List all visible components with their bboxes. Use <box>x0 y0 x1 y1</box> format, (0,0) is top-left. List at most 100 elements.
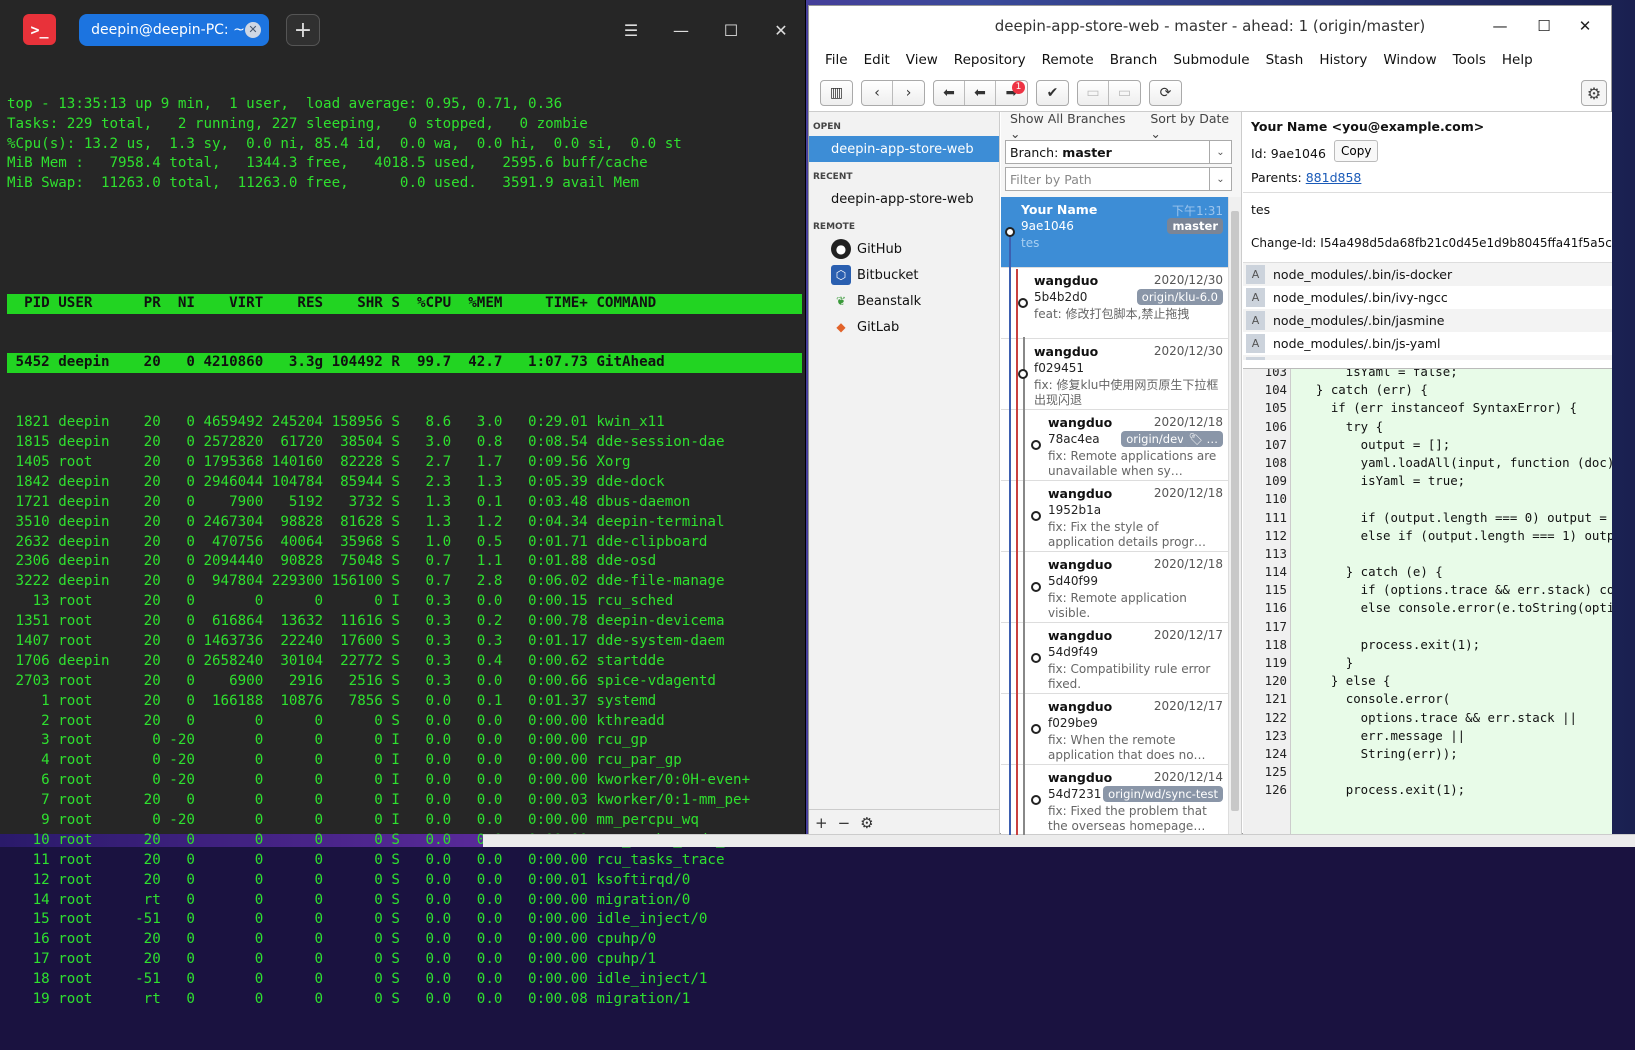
show-branches-dropdown[interactable]: Show All Branches ⌄ <box>1010 111 1136 141</box>
gitahead-window: deepin-app-store-web - master - ahead: 1… <box>808 5 1612 835</box>
terminal-output[interactable]: top - 13:35:13 up 9 min, 1 user, load av… <box>7 55 802 1050</box>
close-icon[interactable]: ✕ <box>245 22 261 38</box>
commit-date: 2020/12/18 <box>1153 415 1223 429</box>
commit-message: fix: Remote applications are unavailable… <box>1048 449 1217 478</box>
menu-item[interactable]: Tools <box>1445 52 1494 68</box>
close-icon[interactable]: ✕ <box>1575 16 1595 36</box>
close-icon[interactable]: ✕ <box>771 20 791 40</box>
menu-item[interactable]: Help <box>1494 52 1541 68</box>
pull-icon[interactable]: ⬅ <box>965 80 996 105</box>
line-number: 121 <box>1264 691 1287 707</box>
remove-icon[interactable]: − <box>838 814 851 832</box>
menu-item[interactable]: File <box>817 52 856 68</box>
gear-icon[interactable]: ⚙ <box>1581 80 1607 106</box>
menu-item[interactable]: Edit <box>856 52 898 68</box>
sidebar-item-beanstalk[interactable]: ❦ Beanstalk <box>809 288 999 314</box>
sidebar-item-open-repo[interactable]: deepin-app-store-web <box>809 136 999 162</box>
menu-item[interactable]: View <box>898 52 946 68</box>
bitbucket-icon: ⬡ <box>831 265 851 285</box>
branch-combo[interactable]: Branch: master ⌄ <box>1005 140 1232 164</box>
process-row-highlighted: 5452 deepin 20 0 4210860 3.3g 104492 R 9… <box>7 353 802 374</box>
line-text <box>1291 764 1301 782</box>
chevron-down-icon: ⌄ <box>1209 168 1231 190</box>
path-filter-input[interactable]: Filter by Path ⌄ <box>1005 167 1232 191</box>
menu-item[interactable]: Repository <box>946 52 1034 68</box>
file-row[interactable]: Anode_modules/.bin/js-yaml <box>1243 332 1612 355</box>
ref-badge[interactable]: origin/wd/sync-test <box>1103 786 1223 802</box>
line-text: err.message || <box>1301 727 1466 743</box>
menu-item[interactable]: History <box>1311 52 1375 68</box>
stash-icon[interactable]: ▭ <box>1078 80 1109 105</box>
commit-node <box>1031 795 1041 805</box>
maximize-icon[interactable]: ☐ <box>721 20 741 40</box>
commit-graph <box>1005 227 1041 835</box>
sidebar-item-github[interactable]: ● GitHub <box>809 236 999 262</box>
added-status-icon: A <box>1246 288 1265 307</box>
commit-date: 2020/12/30 <box>1153 273 1223 287</box>
refresh-icon[interactable]: ⟳ <box>1150 81 1181 105</box>
parent-link[interactable]: 881d858 <box>1306 170 1362 185</box>
forward-icon[interactable]: › <box>893 81 924 105</box>
ref-badge[interactable]: origin/dev <box>1121 431 1189 447</box>
commit-list-scrollbar[interactable] <box>1228 197 1241 835</box>
diff-view[interactable]: 103 isYaml = false; 104 } catch (err) { 10… <box>1243 368 1612 835</box>
toggle-sidebar-icon[interactable]: ▥ <box>821 81 852 105</box>
commit-author: wangduo <box>1048 628 1113 643</box>
minimize-icon[interactable]: — <box>1490 16 1510 36</box>
terminal-app-icon[interactable]: >_ <box>23 14 56 45</box>
commit-id: 54d9f49 <box>1048 645 1099 659</box>
line-number: 109 <box>1264 473 1287 489</box>
file-row[interactable]: Anode_modules/.bin/ivy-ngcc <box>1243 286 1612 309</box>
stash-pop-icon[interactable]: ▭ <box>1109 81 1140 105</box>
gear-icon[interactable]: ⚙ <box>860 814 873 832</box>
commit-author: wangduo <box>1048 415 1113 430</box>
push-icon[interactable]: ➡ 1 <box>996 80 1027 105</box>
sidebar-item-recent-repo[interactable]: deepin-app-store-web <box>809 186 999 212</box>
back-icon[interactable]: ‹ <box>862 80 893 105</box>
process-row: 17 root 20 0 0 0 0 S 0.0 0.0 0:00.00 cpu… <box>7 951 657 968</box>
line-text: else console.error(e.toString(options.co… <box>1360 600 1612 616</box>
commit-date: 2020/12/18 <box>1153 486 1223 500</box>
ref-badge[interactable]: master <box>1167 218 1223 234</box>
commit-message: fix: 修复klu中使用网页原生下拉框出现闪退 <box>1034 378 1219 407</box>
line-number: 107 <box>1264 436 1287 452</box>
menu-item[interactable]: Stash <box>1258 52 1312 68</box>
file-row[interactable]: Anode_modules/.bin/js... <box>1243 355 1612 360</box>
new-tab-button[interactable]: + <box>286 14 320 46</box>
line-text: } catch (e) { <box>1301 564 1443 580</box>
file-row[interactable]: Anode_modules/.bin/is-docker <box>1243 263 1612 286</box>
menu-item[interactable]: Window <box>1375 52 1444 68</box>
commit-icon[interactable]: ✔ <box>1037 81 1068 105</box>
add-icon[interactable]: + <box>815 814 828 832</box>
file-row[interactable]: Anode_modules/.bin/jasmine <box>1243 309 1612 332</box>
fetch-icon[interactable]: ⬅ <box>934 80 965 105</box>
terminal-tab[interactable]: deepin@deepin-PC: ~ ✕ <box>79 14 269 46</box>
commit-id: 1952b1a <box>1048 503 1102 517</box>
process-row: 1 root 20 0 166188 10876 7856 S 0.0 0.1 … <box>7 692 657 709</box>
maximize-icon[interactable]: ☐ <box>1534 16 1554 36</box>
diff-line: 103 isYaml = false; <box>1243 369 1612 382</box>
line-number: 120 <box>1264 673 1287 689</box>
ref-badge[interactable]: origin/klu-6.0 <box>1136 289 1223 305</box>
menu-item[interactable]: Remote <box>1034 52 1102 68</box>
copy-button[interactable]: Copy <box>1334 140 1379 162</box>
sidebar-header-open: OPEN <box>813 122 841 132</box>
diff-line: 121 console.error( <box>1243 691 1612 709</box>
file-path: node_modules/.bin/ivy-ngcc <box>1273 290 1448 305</box>
line-number: 110 <box>1264 491 1287 507</box>
line-text: } else { <box>1301 673 1391 689</box>
minimize-icon[interactable]: — <box>671 20 691 40</box>
scroll-thumb[interactable] <box>1231 211 1239 811</box>
sidebar-item-gitlab[interactable]: ◆ GitLab <box>809 314 999 340</box>
menu-item[interactable]: Submodule <box>1165 52 1257 68</box>
sort-dropdown[interactable]: Sort by Date ⌄ <box>1150 111 1241 141</box>
process-row: 2703 root 20 0 6900 2916 2516 S 0.3 0.0 … <box>7 672 716 689</box>
sidebar-item-bitbucket[interactable]: ⬡ Bitbucket <box>809 262 999 288</box>
tag-badge[interactable]: 🏷 … <box>1183 431 1223 447</box>
menu-icon[interactable]: ☰ <box>621 20 641 40</box>
commit-message: fix: Fix the style of application detail… <box>1048 520 1206 549</box>
menu-item[interactable]: Branch <box>1102 52 1166 68</box>
diff-line: 104 } catch (err) { <box>1243 382 1612 400</box>
commit-list: Your Name 下午1:31 9ae1046 tes master wangduo 20… <box>1001 197 1229 835</box>
added-status-icon: A <box>1246 334 1265 353</box>
